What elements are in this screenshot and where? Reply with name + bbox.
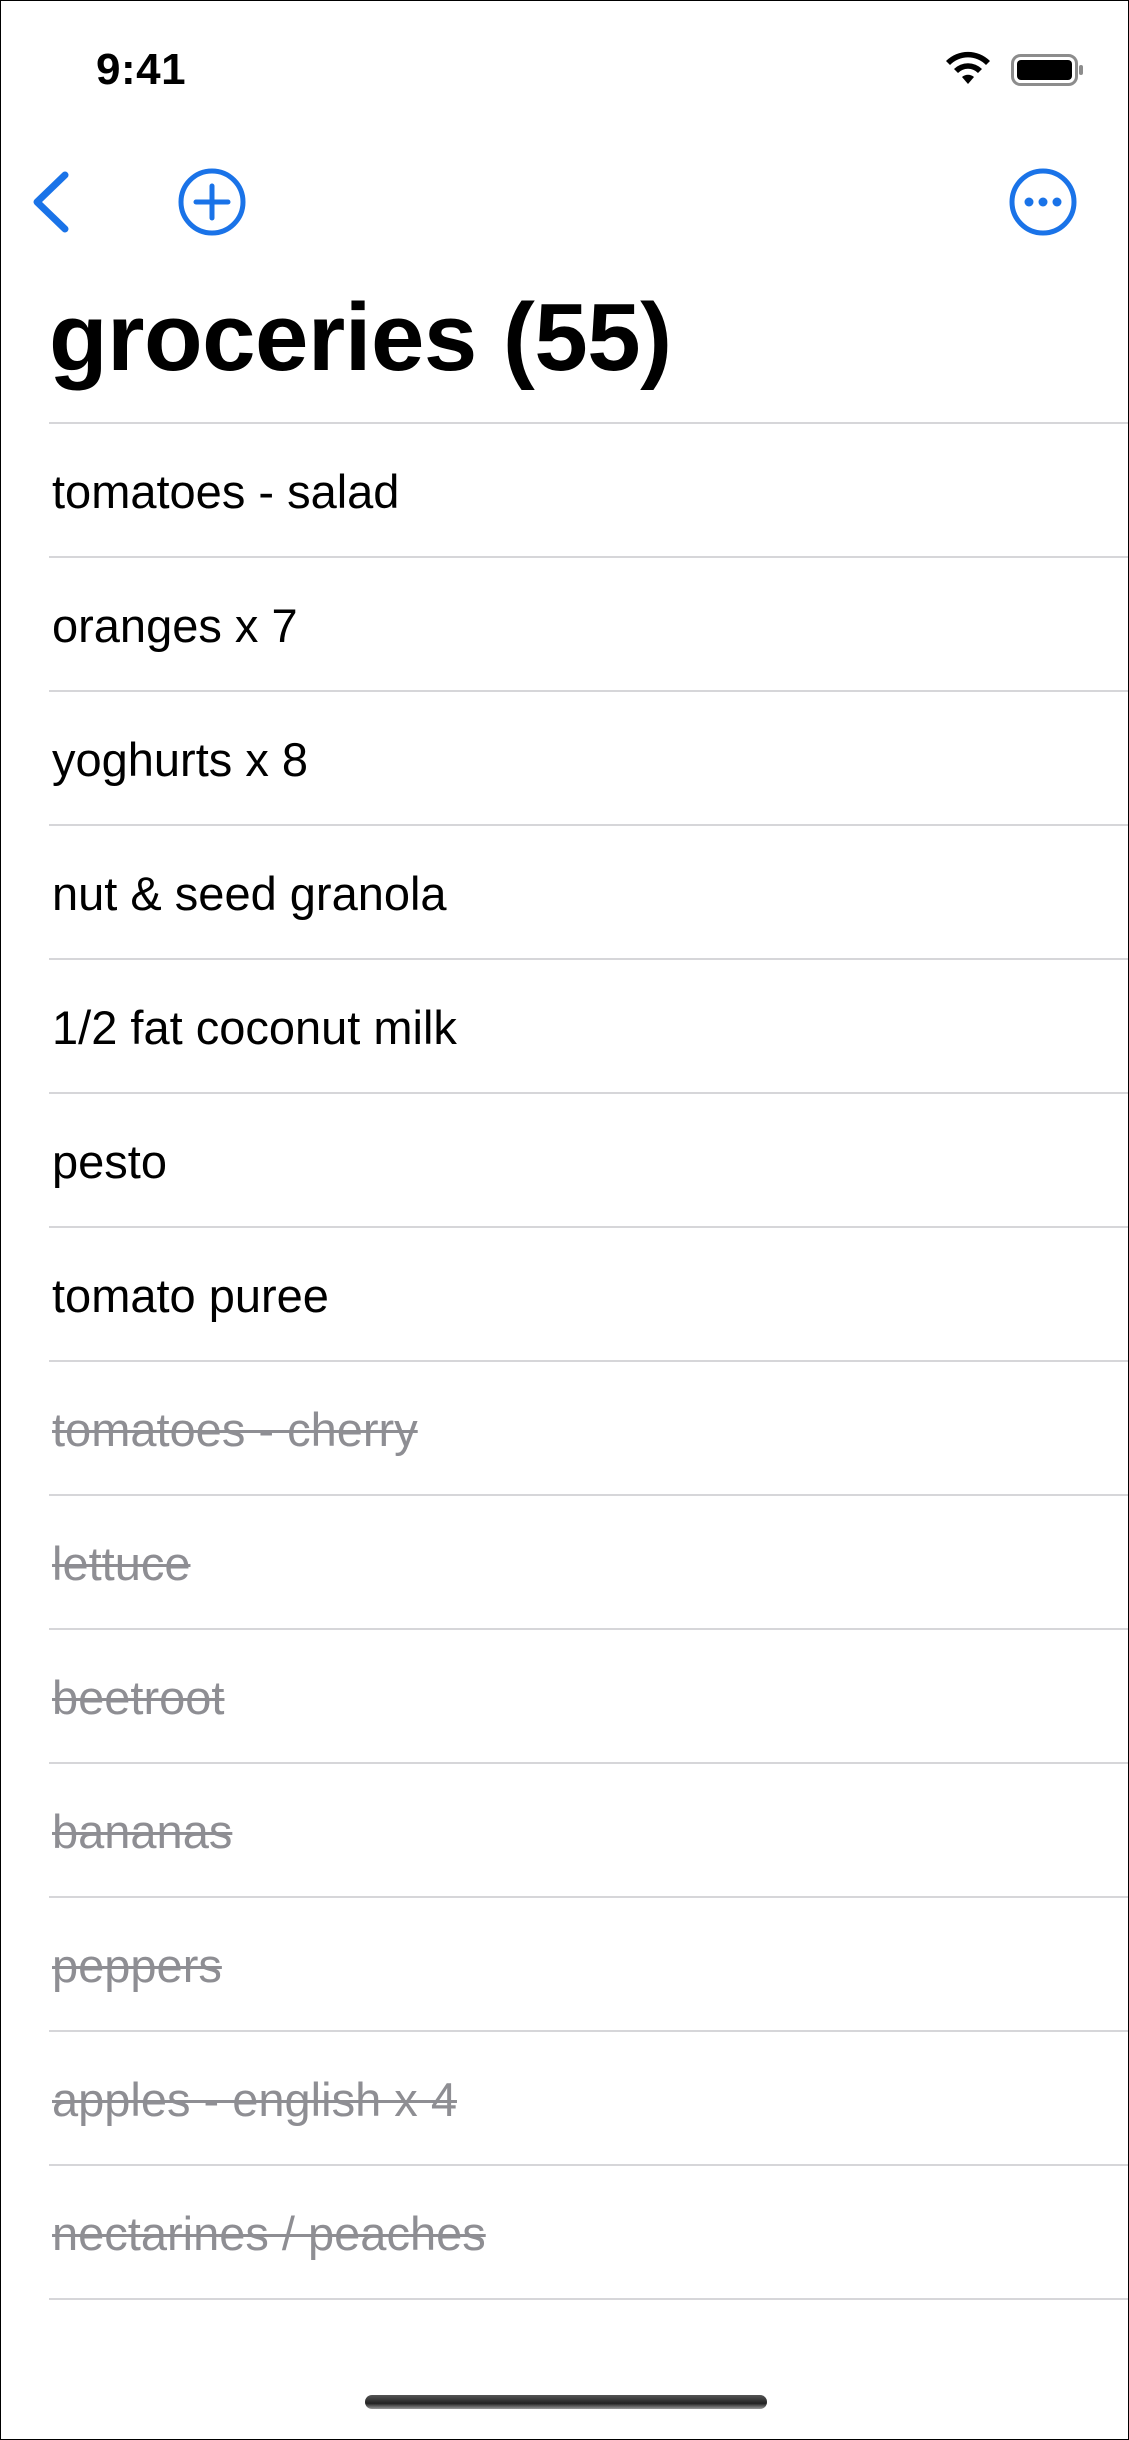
grocery-list: tomatoes - salad oranges x 7 yoghurts x 8 n…: [1, 422, 1128, 2300]
list-item-label: oranges x 7: [52, 599, 298, 652]
list-item-label: nectarines / peaches: [52, 2207, 486, 2260]
list-item-label: peppers: [52, 1939, 222, 1992]
list-item-label: tomatoes - salad: [52, 465, 400, 518]
list-item-completed[interactable]: beetroot: [49, 1628, 1128, 1762]
list-item[interactable]: yoghurts x 8: [49, 690, 1128, 824]
list-item-label: pesto: [52, 1135, 167, 1188]
list-item-completed[interactable]: tomatoes - cherry: [49, 1360, 1128, 1494]
list-item-label: yoghurts x 8: [52, 733, 309, 786]
add-item-button[interactable]: [177, 167, 247, 237]
list-item[interactable]: tomatoes - salad: [49, 422, 1128, 556]
home-indicator[interactable]: [365, 2395, 767, 2409]
list-item-label: nut & seed granola: [52, 867, 447, 920]
back-button[interactable]: [23, 167, 83, 237]
plus-circle-icon: [178, 168, 246, 236]
ellipsis-circle-icon: [1009, 168, 1077, 236]
list-item-label: 1/2 fat coconut milk: [52, 1001, 457, 1054]
list-item[interactable]: pesto: [49, 1092, 1128, 1226]
list-item[interactable]: nut & seed granola: [49, 824, 1128, 958]
list-item[interactable]: tomato puree: [49, 1226, 1128, 1360]
more-options-button[interactable]: [1008, 167, 1078, 237]
list-item-label: bananas: [52, 1805, 233, 1858]
list-item-label: lettuce: [52, 1537, 191, 1590]
list-item-completed[interactable]: apples - english x 4: [49, 2030, 1128, 2164]
page-title: groceries (55): [49, 284, 672, 391]
list-item-completed[interactable]: bananas: [49, 1762, 1128, 1896]
list-item-label: apples - english x 4: [52, 2073, 457, 2126]
status-time: 9:41: [96, 45, 187, 94]
list-item[interactable]: oranges x 7: [49, 556, 1128, 690]
list-item[interactable]: 1/2 fat coconut milk: [49, 958, 1128, 1092]
list-item-label: tomato puree: [52, 1269, 329, 1322]
wifi-icon: [946, 51, 990, 84]
list-item-completed[interactable]: nectarines / peaches: [49, 2164, 1128, 2300]
battery-icon: [1011, 54, 1083, 86]
list-item-completed[interactable]: lettuce: [49, 1494, 1128, 1628]
list-item-label: tomatoes - cherry: [52, 1403, 418, 1456]
status-bar: 9:41: [1, 1, 1128, 141]
list-item-label: beetroot: [52, 1671, 225, 1724]
chevron-left-icon: [33, 171, 69, 233]
navigation-bar: [1, 151, 1128, 261]
list-item-completed[interactable]: peppers: [49, 1896, 1128, 2030]
app-screen: 9:41 groceries (55) tomatoes - salad ora…: [0, 0, 1129, 2440]
